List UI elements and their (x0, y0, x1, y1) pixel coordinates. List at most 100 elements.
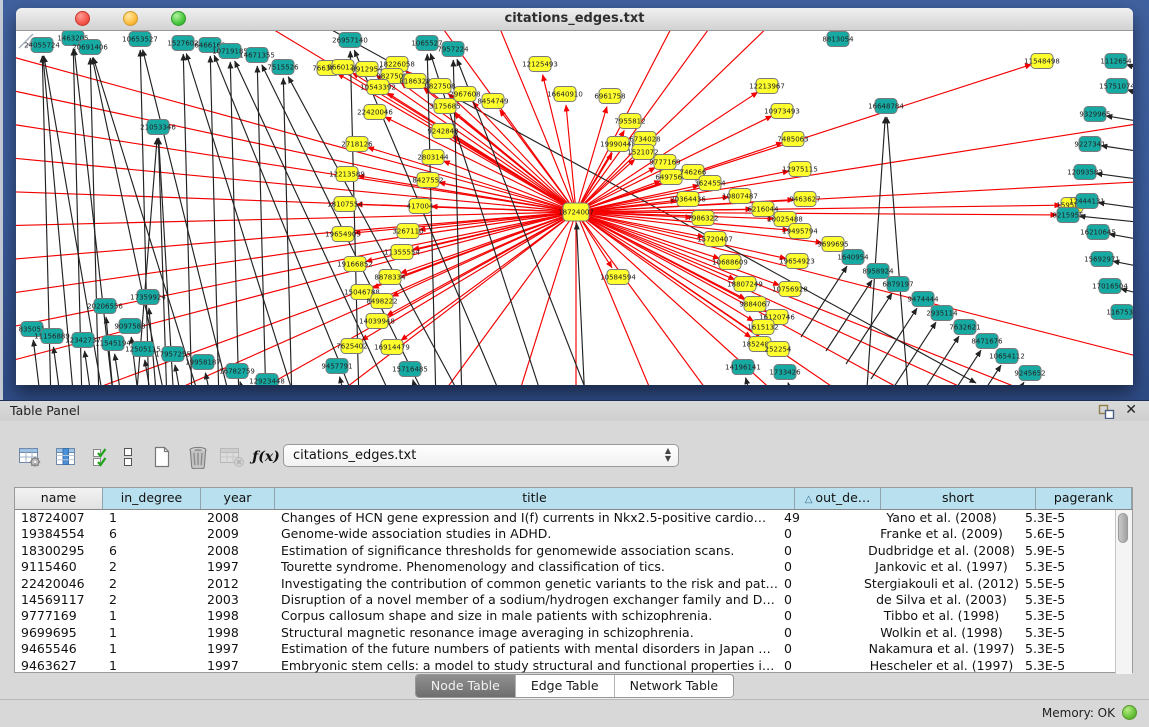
graph-node[interactable]: 8813054 (822, 32, 854, 47)
graph-node[interactable]: 1733426 (769, 365, 801, 380)
graph-node[interactable]: 12975115 (782, 162, 818, 177)
column-header-name[interactable]: name (15, 488, 103, 509)
graph-node[interactable]: 11548498 (1024, 54, 1060, 69)
column-header-in-degree[interactable]: in_degree (103, 488, 201, 509)
function-builder-icon[interactable]: ƒ(x) (252, 443, 280, 471)
graph-node[interactable]: 10756928 (772, 282, 808, 297)
graph-node[interactable]: 3175685 (429, 99, 460, 114)
graph-node[interactable]: 8958924 (862, 264, 894, 279)
graph-node[interactable]: 7515526 (267, 60, 299, 75)
graph-node[interactable]: 15716485 (392, 362, 428, 377)
graph-node[interactable]: 10653527 (122, 32, 158, 47)
table-scrollbar[interactable] (1115, 510, 1132, 674)
tab-network-table[interactable]: Network Table (614, 675, 734, 697)
graph-node[interactable]: 12125493 (522, 57, 558, 72)
graph-node[interactable]: 10973493 (764, 104, 800, 119)
graph-node[interactable]: 9242848 (427, 124, 458, 139)
window-titlebar[interactable]: citations_edges.txt (16, 8, 1133, 31)
scrollbar-thumb[interactable] (1118, 513, 1128, 543)
graph-node[interactable]: 8471676 (971, 334, 1003, 349)
graph-node[interactable]: 2803144 (417, 150, 449, 165)
graph-node[interactable]: 7957224 (437, 42, 469, 57)
graph-node[interactable]: 12093582 (1067, 165, 1103, 180)
graph-node[interactable]: 3624554 (694, 176, 726, 191)
graph-node[interactable]: 9457791 (321, 359, 352, 374)
graph-node[interactable]: 15751074 (1099, 79, 1133, 94)
graph-node[interactable]: 8215955 (1052, 208, 1083, 223)
graph-node[interactable]: 8427552 (412, 173, 443, 188)
new-table-icon[interactable] (148, 443, 176, 471)
graph-node[interactable]: 16210645 (1080, 225, 1116, 240)
graph-node[interactable]: 14196141 (725, 360, 761, 375)
table-row[interactable]: 2242004622012Investigating the contribut… (15, 576, 1115, 592)
graph-node[interactable]: 7485063 (777, 132, 808, 147)
graph-node[interactable]: 8454749 (477, 94, 508, 109)
float-window-icon[interactable] (1098, 404, 1115, 419)
graph-node[interactable]: 9699695 (817, 237, 848, 252)
graph-node[interactable]: 19166852 (337, 257, 373, 272)
table-row[interactable]: 1938455462009Genome-wide association stu… (15, 526, 1115, 542)
graph-node[interactable]: 1640954 (837, 250, 869, 265)
column-header-year[interactable]: year (201, 488, 275, 509)
graph-node[interactable]: 10654112 (989, 349, 1025, 364)
memory-ok-icon[interactable] (1122, 705, 1137, 720)
graph-node[interactable]: 17016504 (1092, 279, 1128, 294)
graph-node[interactable]: 9245652 (1014, 366, 1045, 381)
graph-node[interactable]: 12213967 (749, 79, 785, 94)
network-canvas[interactable]: 1872400776638229660128891295418226058982… (16, 31, 1133, 385)
citation-network-graph[interactable]: 1872400776638229660128891295418226058982… (16, 31, 1133, 385)
graph-node[interactable]: 16648784 (868, 99, 904, 114)
graph-node[interactable]: 11355554 (384, 245, 420, 260)
column-header-short[interactable]: short (881, 488, 1036, 509)
table-row[interactable]: 946362711997Embryonic stem cells: a mode… (15, 658, 1115, 674)
graph-node[interactable]: 18724007 (558, 203, 594, 221)
window-resize-grip[interactable] (16, 31, 34, 49)
graph-node[interactable]: 1112654 (1100, 54, 1132, 69)
table-row[interactable]: 969969511998Structural magnetic resonanc… (15, 625, 1115, 641)
graph-node[interactable]: 16640910 (547, 87, 583, 102)
graph-node[interactable]: 9463627 (789, 192, 820, 207)
graph-node[interactable]: 7955812 (614, 114, 645, 129)
column-header-pagerank[interactable]: pagerank (1036, 488, 1132, 509)
graph-node[interactable]: 22420046 (357, 105, 393, 120)
graph-node[interactable]: 19654923 (779, 254, 815, 269)
graph-node[interactable]: 6961758 (594, 89, 625, 104)
graph-node[interactable]: 8878334 (374, 270, 406, 285)
graph-node[interactable]: 17359924 (130, 290, 166, 305)
graph-node[interactable]: 7986322 (687, 211, 718, 226)
table-settings-icon[interactable] (16, 443, 44, 471)
graph-node[interactable]: 21053346 (140, 120, 176, 135)
column-header-title[interactable]: title (275, 488, 795, 509)
graph-node[interactable]: 2718126 (341, 137, 373, 152)
delete-table-icon[interactable] (218, 443, 246, 471)
graph-node[interactable]: 9777169 (649, 155, 680, 170)
table-row[interactable]: 977716911998Corpus callosum shape and si… (15, 608, 1115, 624)
graph-node[interactable]: 14039948 (359, 314, 395, 329)
graph-node[interactable]: 9884067 (739, 297, 770, 312)
graph-node[interactable]: 9097588 (114, 319, 145, 334)
table-row[interactable]: 1456911722003Disruption of a novel membe… (15, 592, 1115, 608)
graph-node[interactable]: 417004 (407, 199, 434, 214)
tab-edge-table[interactable]: Edge Table (515, 675, 614, 697)
graph-node[interactable]: 1615132 (747, 320, 778, 335)
graph-node[interactable]: 7632621 (949, 320, 980, 335)
graph-node[interactable]: 252254 (765, 342, 792, 357)
graph-node[interactable]: 16914479 (374, 340, 410, 355)
graph-node[interactable]: 1167533 (1106, 305, 1133, 320)
graph-node[interactable]: 15692971 (1084, 252, 1120, 267)
graph-node[interactable]: 7625402 (336, 339, 367, 354)
column-header-out-de-[interactable]: △out_de… (795, 488, 881, 509)
graph-node[interactable]: 12213589 (329, 167, 365, 182)
graph-node[interactable]: 3267110 (392, 224, 423, 239)
table-header-row[interactable]: namein_degreeyeartitle△out_de…shortpager… (15, 488, 1132, 510)
table-row[interactable]: 1830029562008Estimation of significance … (15, 543, 1115, 559)
table-row[interactable]: 946554611997Estimation of the future num… (15, 641, 1115, 657)
graph-node[interactable]: 6879197 (882, 277, 913, 292)
select-rows-icon[interactable] (88, 443, 116, 471)
graph-node[interactable]: 9227341 (1074, 137, 1105, 152)
table-row[interactable]: 911546021997Tourette syndrome. Phenomeno… (15, 559, 1115, 575)
close-panel-icon[interactable]: ✕ (1125, 402, 1137, 418)
tab-node-table[interactable]: Node Table (416, 675, 515, 697)
graph-node[interactable]: 10688609 (712, 255, 748, 270)
graph-node[interactable]: 9329965 (1079, 107, 1110, 122)
